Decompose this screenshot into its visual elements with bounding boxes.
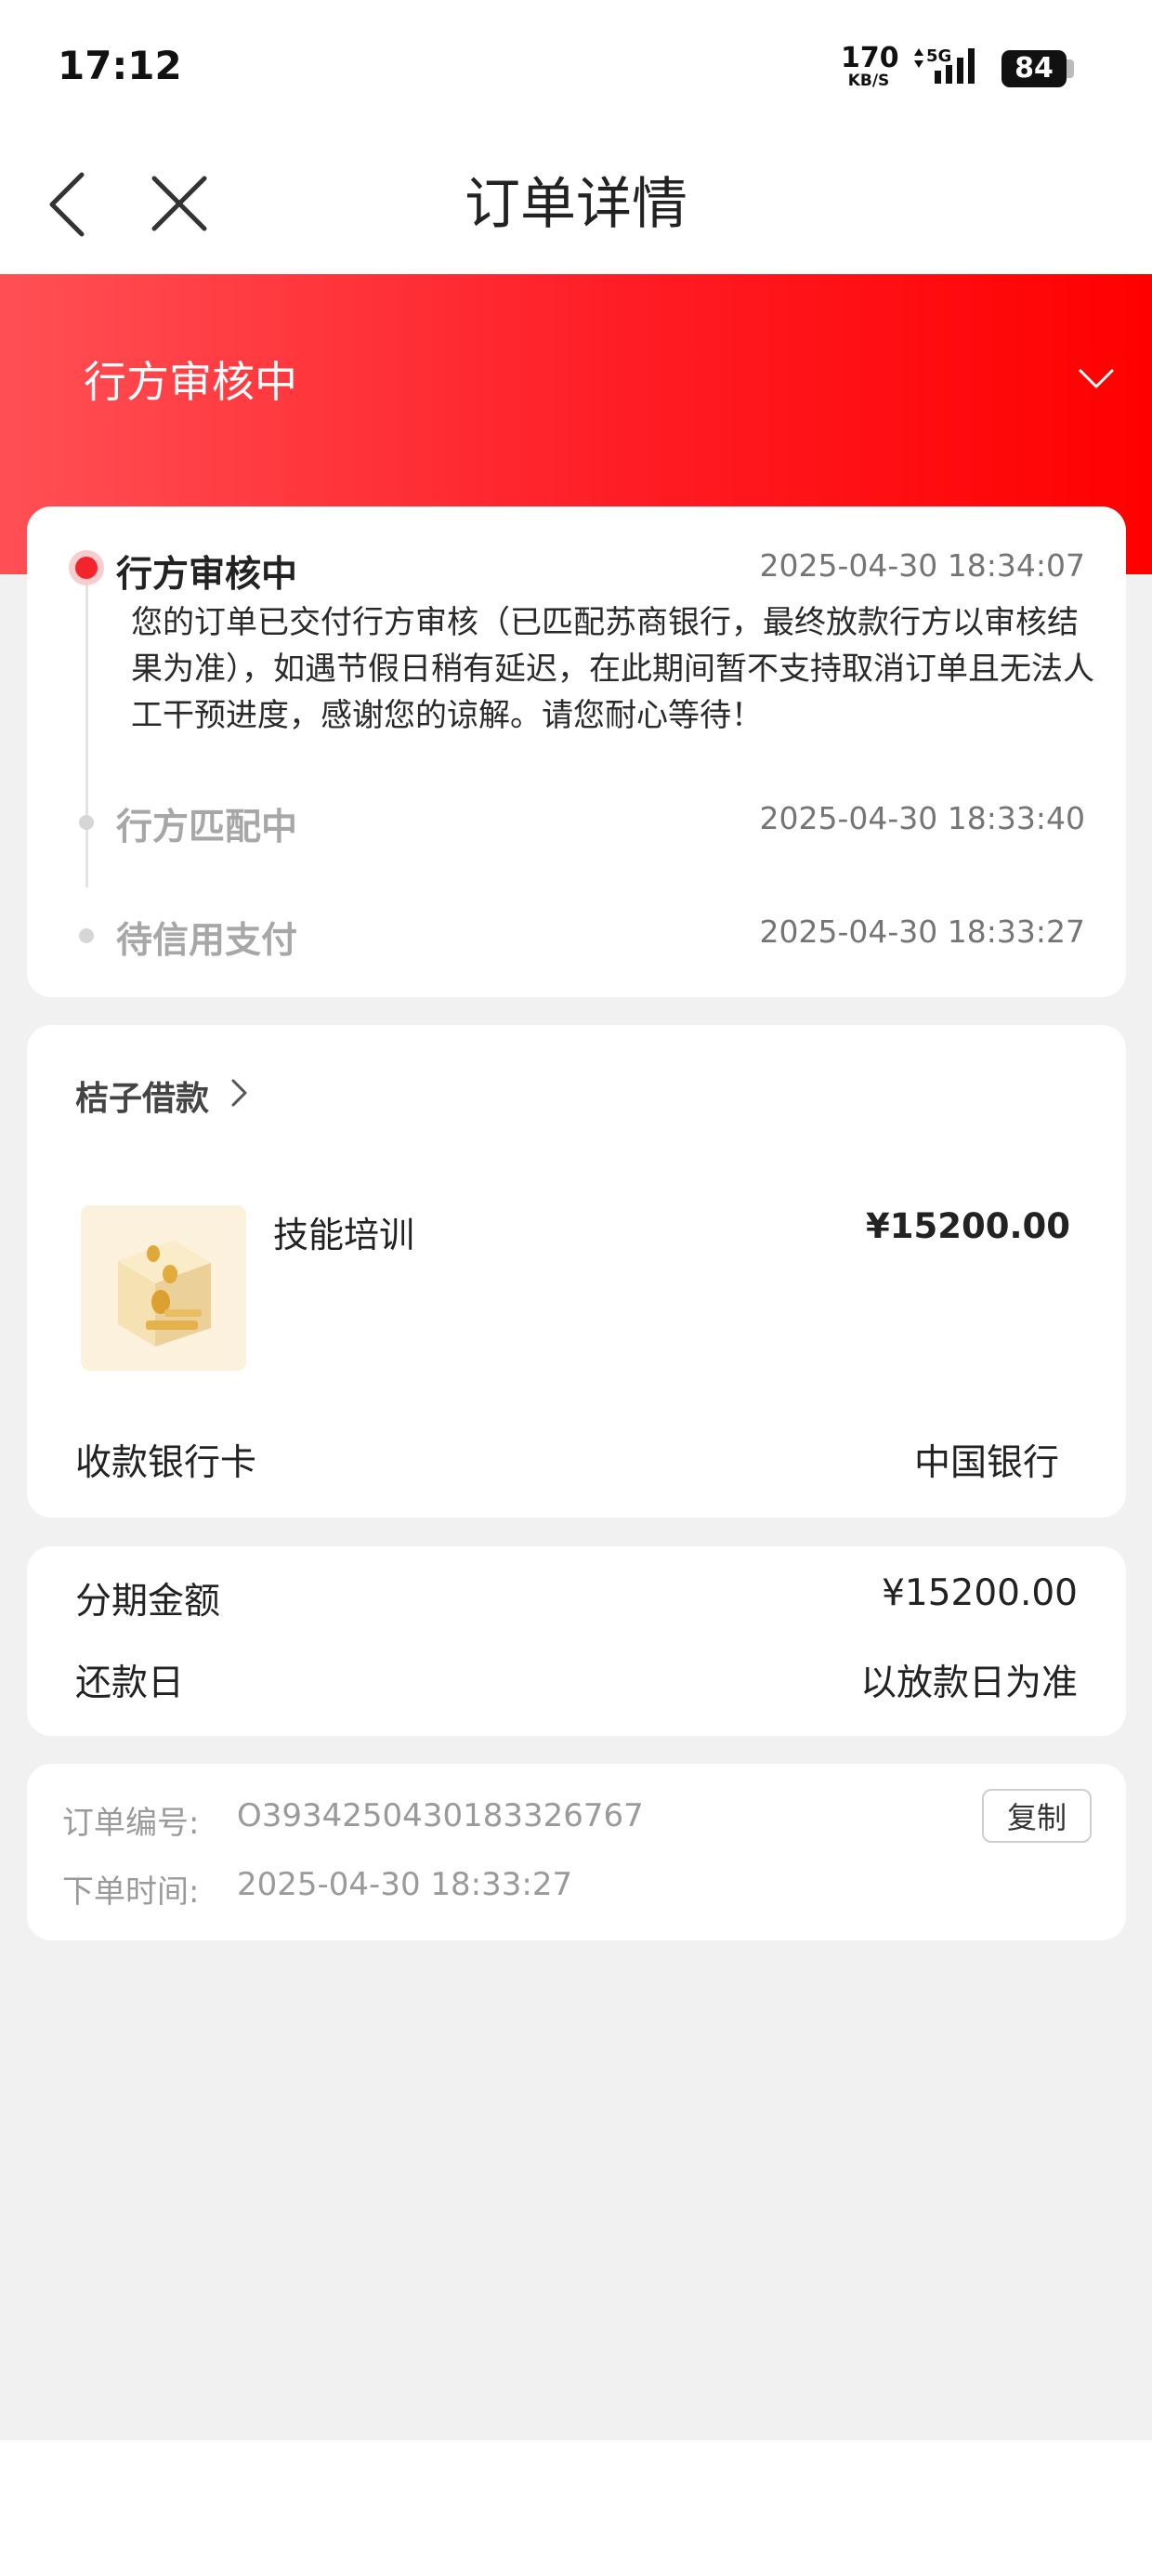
timeline-time: 2025-04-30 18:34:07 xyxy=(759,547,1085,584)
product-image xyxy=(81,1205,246,1371)
signal-icon: 5G xyxy=(914,46,975,84)
merchant-name[interactable]: 桔子借款 xyxy=(75,1071,209,1120)
order-time-value: 2025-04-30 18:33:27 xyxy=(237,1866,573,1903)
order-info-card: 订单编号: O3934250430183326767 复制 下单时间: 2025… xyxy=(27,1764,1126,1940)
page-title: 订单详情 xyxy=(465,172,687,237)
nav-bar: 订单详情 xyxy=(0,139,1152,274)
chevron-down-icon[interactable] xyxy=(1078,367,1115,391)
status-time: 17:12 xyxy=(58,43,182,88)
order-time-label: 下单时间: xyxy=(62,1873,200,1911)
order-number-value: O3934250430183326767 xyxy=(237,1797,644,1834)
installment-amount-value: ¥15200.00 xyxy=(882,1572,1078,1614)
status-bar: 17:12 170 KB/S 5G 84 xyxy=(0,0,1152,139)
timeline-time: 2025-04-30 18:33:40 xyxy=(759,800,1085,836)
timeline-dot xyxy=(79,928,94,943)
timeline-description: 您的订单已交付行方审核（已匹配苏商银行，最终放款行方以审核结果为准），如遇节假日… xyxy=(131,604,1094,734)
timeline-title: 待信用支付 xyxy=(116,920,298,962)
network-type: 5G xyxy=(926,46,951,66)
product-name: 技能培训 xyxy=(273,1215,415,1255)
bottom-area xyxy=(0,2440,1152,2576)
installment-card: 分期金额 ¥15200.00 还款日 以放款日为准 xyxy=(27,1546,1126,1736)
repayment-day-value: 以放款日为准 xyxy=(859,1663,1078,1704)
battery-icon: 84 xyxy=(1001,50,1067,87)
timeline-dot-active xyxy=(69,550,104,585)
network-speed-value: 170 xyxy=(841,42,899,74)
order-card: 桔子借款 技能培训 ¥15200.00 收款银行卡 中国银行 xyxy=(27,1025,1126,1518)
timeline-line xyxy=(85,572,88,887)
timeline-title: 行方审核中 xyxy=(116,554,298,596)
timeline-time: 2025-04-30 18:33:27 xyxy=(759,913,1085,950)
installment-amount-label: 分期金额 xyxy=(75,1581,221,1623)
status-header-title: 行方审核中 xyxy=(84,357,297,407)
bank-card-value: 中国银行 xyxy=(913,1442,1059,1484)
copy-button[interactable]: 复制 xyxy=(982,1789,1092,1843)
network-speed: 170 KB/S xyxy=(841,42,899,90)
timeline-dot xyxy=(79,815,94,830)
timeline-title: 行方匹配中 xyxy=(116,807,298,848)
progress-card: 行方审核中 2025-04-30 18:34:07 您的订单已交付行方审核（已匹… xyxy=(27,506,1126,997)
repayment-day-label: 还款日 xyxy=(75,1663,185,1704)
battery-tip xyxy=(1067,59,1074,78)
battery-level: 84 xyxy=(1015,52,1054,85)
network-speed-unit: KB/S xyxy=(847,72,890,90)
chevron-right-icon[interactable] xyxy=(229,1077,250,1109)
order-number-label: 订单编号: xyxy=(62,1805,200,1842)
bank-card-label: 收款银行卡 xyxy=(75,1442,257,1484)
product-price: ¥15200.00 xyxy=(865,1206,1070,1246)
coin-box-icon xyxy=(118,1241,211,1347)
